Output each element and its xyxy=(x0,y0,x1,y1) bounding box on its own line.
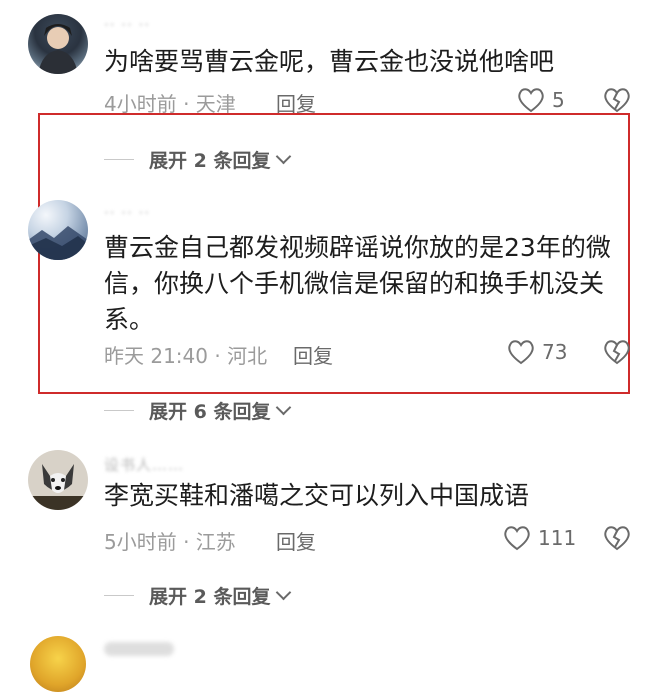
chevron-down-icon xyxy=(276,399,292,416)
username[interactable]: 设书人…… xyxy=(104,454,184,475)
avatar[interactable] xyxy=(28,200,88,260)
like-button[interactable]: 5 xyxy=(516,86,572,114)
expand-replies-button[interactable]: 展开 6 条回复 xyxy=(104,397,292,424)
username[interactable]: ·· ·· ·· xyxy=(104,204,150,222)
divider xyxy=(104,159,134,160)
like-count: 111 xyxy=(538,526,577,550)
like-count: 5 xyxy=(552,88,565,112)
heart-icon xyxy=(518,88,544,113)
expand-replies-button[interactable]: 展开 2 条回复 xyxy=(104,146,292,173)
divider xyxy=(104,595,134,596)
avatar[interactable] xyxy=(28,14,88,74)
dislike-icon[interactable] xyxy=(602,86,632,114)
expand-replies-button[interactable]: 展开 2 条回复 xyxy=(104,582,292,609)
like-count: 73 xyxy=(542,340,568,364)
chevron-down-icon xyxy=(276,148,292,165)
dislike-icon[interactable] xyxy=(602,338,632,366)
chevron-down-icon xyxy=(276,584,292,601)
avatar[interactable] xyxy=(30,636,86,692)
comment-meta: 昨天 21:40 · 河北 xyxy=(104,344,268,368)
like-button[interactable]: 73 xyxy=(506,338,572,366)
like-button[interactable]: 111 xyxy=(502,524,577,552)
expand-label: 展开 6 条回复 xyxy=(149,401,271,423)
username[interactable]: ·· ·· ·· xyxy=(104,16,150,34)
reply-button[interactable]: 回复 xyxy=(293,340,333,369)
heart-icon xyxy=(504,526,530,551)
divider xyxy=(104,410,134,411)
avatar[interactable] xyxy=(28,450,88,510)
reply-button[interactable]: 回复 xyxy=(276,526,316,555)
heart-icon xyxy=(508,340,534,365)
dislike-icon[interactable] xyxy=(602,524,632,552)
comment-text: 为啥要骂曹云金呢，曹云金也没说他啥吧 xyxy=(104,47,555,76)
comment-text: 曹云金自己都发视频辟谣说你放的是23年的微信，你换八个手机微信是保留的和换手机没… xyxy=(104,233,611,334)
comment-meta: 5小时前 · 江苏 xyxy=(104,530,236,554)
expand-label: 展开 2 条回复 xyxy=(149,586,271,608)
expand-label: 展开 2 条回复 xyxy=(149,150,271,172)
comment-text: 李宽买鞋和潘噶之交可以列入中国成语 xyxy=(104,481,530,510)
